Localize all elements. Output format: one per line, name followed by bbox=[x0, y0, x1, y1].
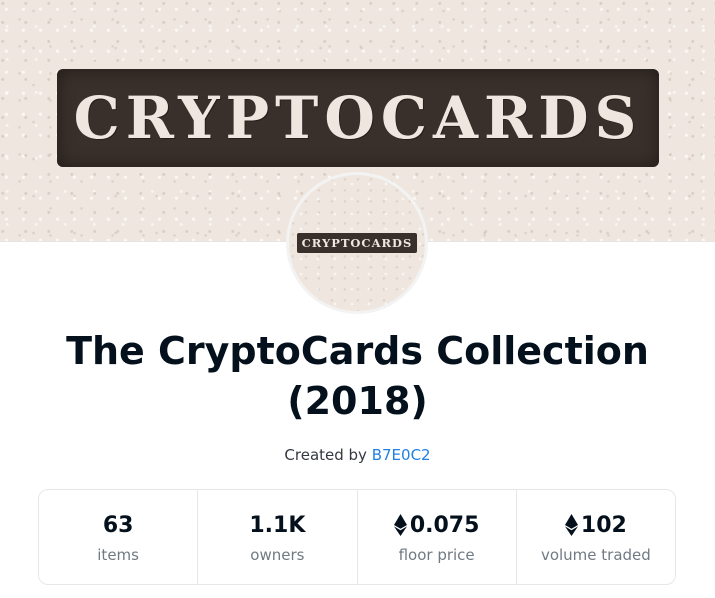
collection-title: The CryptoCards Collection (2018) bbox=[66, 329, 649, 423]
stat-volume-traded-label: volume traded bbox=[540, 546, 651, 564]
collection-avatar[interactable]: CRYPTOCARDS bbox=[286, 172, 428, 314]
created-by-label: Created by bbox=[284, 446, 367, 464]
stat-owners-value: 1.1K bbox=[249, 510, 305, 540]
stat-items-number: 63 bbox=[102, 512, 134, 538]
stat-owners-label: owners bbox=[250, 546, 305, 564]
stat-owners[interactable]: 1.1K owners bbox=[198, 490, 358, 584]
eth-icon bbox=[393, 514, 407, 536]
stat-items-label: items bbox=[97, 546, 139, 564]
created-by: Created by B7E0C2 bbox=[0, 446, 715, 464]
stat-items[interactable]: 63 items bbox=[39, 490, 199, 584]
eth-icon bbox=[564, 514, 578, 536]
creator-link[interactable]: B7E0C2 bbox=[372, 446, 431, 464]
avatar-logo-text: CRYPTOCARDS bbox=[301, 236, 413, 250]
stat-items-value: 63 bbox=[103, 510, 134, 540]
stat-volume-traded[interactable]: 102 volume traded bbox=[517, 490, 675, 584]
stat-floor-price-number: 0.075 bbox=[409, 512, 480, 538]
stat-volume-traded-number: 102 bbox=[580, 512, 627, 538]
stat-floor-price-label: floor price bbox=[398, 546, 475, 564]
banner-logo-text: CRYPTOCARDS bbox=[73, 84, 643, 152]
stat-owners-number: 1.1K bbox=[249, 512, 306, 538]
stat-volume-traded-value: 102 bbox=[564, 510, 627, 540]
collection-stats: 63 items 1.1K owners 0.075 floor price 1… bbox=[38, 489, 676, 585]
stat-floor-price[interactable]: 0.075 floor price bbox=[358, 490, 517, 584]
banner-logo-plate: CRYPTOCARDS bbox=[57, 69, 659, 167]
stat-floor-price-value: 0.075 bbox=[393, 510, 480, 540]
avatar-logo-plate: CRYPTOCARDS bbox=[296, 233, 418, 253]
